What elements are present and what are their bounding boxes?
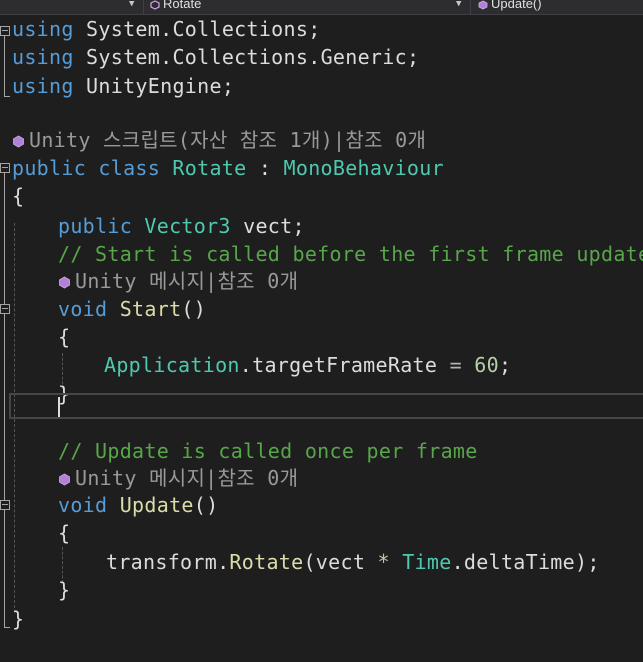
- punctuation-token: (): [181, 297, 207, 321]
- code-line[interactable]: transform.Rotate(vect * Time.deltaTime);: [0, 548, 643, 577]
- namespace-token: System: [73, 45, 161, 69]
- comment-token: // Update is called once per frame: [58, 439, 478, 463]
- namespace-token: Collections: [172, 17, 309, 41]
- punctuation-token: .: [160, 17, 173, 41]
- code-line[interactable]: using System.Collections;: [0, 15, 643, 44]
- punctuation-token: ;: [498, 353, 512, 377]
- brace-token: }: [58, 578, 71, 602]
- keyword-token: using: [12, 74, 74, 98]
- identifier-token: .deltaTime);: [451, 550, 600, 574]
- class-dropdown-label: Rotate: [163, 0, 202, 11]
- punctuation-token: ;: [221, 74, 235, 98]
- keyword-token: public: [12, 156, 87, 180]
- namespace-token: Generic: [320, 45, 407, 69]
- brace-token: {: [58, 325, 71, 349]
- unity-message-icon: [59, 276, 70, 289]
- class-dropdown-chevron-icon[interactable]: ▼: [456, 0, 461, 9]
- codelens-text: Unity 스크립트(자산 참조 1개)|참조 0개: [29, 128, 427, 152]
- identifier-token: (vect: [303, 550, 378, 574]
- code-line[interactable]: using System.Collections.Generic;: [0, 43, 643, 72]
- operator-token: *: [377, 550, 390, 574]
- method-token: Rotate: [229, 550, 304, 574]
- keyword-token: using: [12, 17, 74, 41]
- punctuation-token: :: [246, 156, 284, 180]
- class-dropdown[interactable]: Rotate: [150, 0, 202, 11]
- keyword-token: void: [58, 297, 108, 321]
- code-line[interactable]: }: [0, 576, 643, 605]
- property-token: .targetFrameRate: [239, 353, 450, 377]
- brace-token: {: [58, 521, 71, 545]
- punctuation-token: .: [160, 45, 173, 69]
- code-editor[interactable]: using System.Collections; using System.C…: [0, 15, 643, 646]
- type-token: Time: [402, 550, 452, 574]
- code-line[interactable]: }: [0, 605, 643, 634]
- punctuation-token: .: [308, 45, 321, 69]
- code-line[interactable]: {: [0, 323, 643, 352]
- current-line-highlight: [9, 393, 643, 419]
- identifier-token: vect;: [230, 214, 305, 238]
- type-token: Vector3: [132, 214, 231, 238]
- codelens-class-references[interactable]: Unity 스크립트(자산 참조 1개)|참조 0개: [0, 126, 643, 155]
- code-line[interactable]: public class Rotate : MonoBehaviour: [0, 154, 643, 183]
- project-dropdown-chevron-icon[interactable]: ▼: [129, 0, 134, 9]
- keyword-token: public: [58, 214, 133, 238]
- keyword-token: using: [12, 45, 74, 69]
- code-line[interactable]: {: [0, 519, 643, 548]
- punctuation-token: (): [193, 493, 219, 517]
- identifier-token: transform: [106, 550, 218, 574]
- number-token: 60: [474, 353, 499, 377]
- nav-separator: [470, 0, 471, 14]
- nav-separator: [143, 0, 144, 14]
- type-token: Rotate: [160, 156, 247, 180]
- class-icon: [150, 0, 160, 10]
- member-dropdown-label: Update(): [491, 0, 542, 11]
- code-line[interactable]: public Vector3 vect;: [0, 212, 643, 241]
- codelens-text: Unity 메시지|참조 0개: [75, 466, 299, 490]
- codelens-text: Unity 메시지|참조 0개: [75, 269, 299, 293]
- code-line[interactable]: // Update is called once per frame: [0, 437, 643, 466]
- brace-token: {: [12, 184, 25, 208]
- operator-token: =: [449, 353, 462, 377]
- method-token: Update: [107, 493, 194, 517]
- keyword-token: void: [58, 493, 108, 517]
- code-line[interactable]: // Start is called before the first fram…: [0, 240, 643, 269]
- codelens-start-references[interactable]: Unity 메시지|참조 0개: [0, 267, 643, 296]
- navigation-bar: ▼ Rotate ▼ Update(): [0, 0, 643, 15]
- code-line[interactable]: void Start(): [0, 295, 643, 324]
- text-caret: [58, 397, 60, 417]
- code-line[interactable]: void Update(): [0, 491, 643, 520]
- member-dropdown[interactable]: Update(): [478, 0, 542, 11]
- type-token: MonoBehaviour: [283, 156, 444, 180]
- punctuation-token: ;: [406, 45, 420, 69]
- punctuation-token: ;: [308, 17, 321, 41]
- code-line[interactable]: Application.targetFrameRate = 60;: [0, 351, 643, 380]
- method-icon: [478, 0, 488, 10]
- codelens-update-references[interactable]: Unity 메시지|참조 0개: [0, 464, 643, 493]
- unity-script-icon: [13, 135, 24, 148]
- namespace-token: System: [73, 17, 161, 41]
- comment-token: // Start is called before the first fram…: [58, 242, 643, 266]
- punctuation-token: .: [217, 550, 230, 574]
- type-token: Application: [104, 353, 240, 377]
- method-token: Start: [107, 297, 182, 321]
- code-line[interactable]: using UnityEngine;: [0, 72, 643, 101]
- namespace-token: UnityEngine: [73, 74, 222, 98]
- unity-message-icon: [59, 473, 70, 486]
- keyword-token: class: [86, 156, 161, 180]
- code-line[interactable]: {: [0, 182, 643, 211]
- brace-token: }: [12, 607, 25, 631]
- namespace-token: Collections: [172, 45, 309, 69]
